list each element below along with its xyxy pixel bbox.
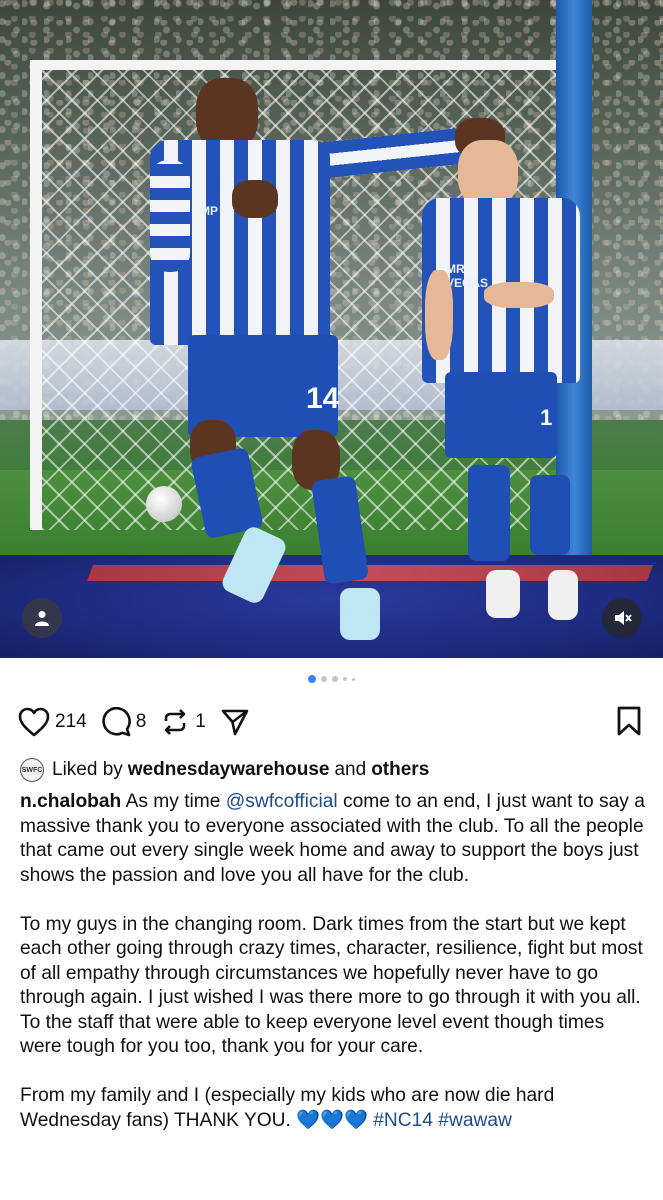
sponsor-text-main: MP	[200, 204, 218, 218]
caption-username[interactable]: n.chalobah	[20, 791, 121, 812]
muted-speaker-icon[interactable]	[602, 598, 642, 638]
caption-text-before-mention: As my time	[125, 791, 221, 812]
liked-by-row[interactable]: SWFC Liked by wednesdaywarehouse and oth…	[20, 758, 434, 782]
carousel-dot	[332, 676, 338, 682]
football	[146, 486, 182, 522]
repost-button[interactable]: 1	[160, 707, 206, 737]
heart-outline-icon	[18, 707, 50, 737]
share-button[interactable]	[220, 707, 250, 737]
post-photo[interactable]: MP 14 MR VEGAS 1	[0, 0, 663, 658]
liked-by-and: and	[334, 759, 367, 780]
bookmark-icon	[617, 706, 641, 736]
player-number-main: 14	[306, 382, 340, 415]
comment-bubble-icon	[101, 707, 131, 737]
carousel-dot	[321, 676, 327, 682]
sponsor-text-second: MR VEGAS	[446, 262, 489, 290]
caption-paragraph-3: From my family and I (especially my kids…	[20, 1084, 645, 1133]
carousel-dot	[352, 677, 355, 681]
person-tag-icon[interactable]	[22, 598, 62, 638]
carousel-indicator	[0, 675, 663, 683]
post-actions: 214 8 1	[18, 702, 645, 742]
caption-paragraph-2: To my guys in the changing room. Dark ti…	[20, 913, 643, 1058]
comment-count: 8	[135, 711, 147, 732]
repost-arrows-icon	[164, 709, 186, 735]
carousel-dot-active	[308, 675, 316, 683]
liked-by-avatar[interactable]: SWFC	[20, 758, 44, 782]
comment-button[interactable]: 8	[101, 707, 147, 737]
blue-heart-emoji: 💙💙💙	[296, 1109, 368, 1131]
repost-count: 1	[195, 711, 206, 732]
carousel-dot	[343, 677, 347, 681]
caption-hashtags[interactable]: #NC14 #wawaw	[373, 1110, 512, 1131]
caption-paragraph-1: n.chalobah As my time @swfcofficial come…	[20, 790, 645, 888]
liked-by-others[interactable]: others	[371, 759, 429, 781]
like-count: 214	[55, 711, 87, 732]
bookmark-button[interactable]	[615, 706, 643, 741]
liked-by-user[interactable]: wednesdaywarehouse	[128, 759, 330, 781]
player-number-second: 1	[540, 405, 553, 430]
like-button[interactable]: 214	[18, 707, 87, 737]
liked-by-prefix: Liked by	[52, 759, 123, 780]
caption-mention[interactable]: @swfcofficial	[226, 791, 338, 812]
send-plane-icon	[221, 709, 249, 736]
post-caption: n.chalobah As my time @swfcofficial come…	[20, 790, 645, 1158]
